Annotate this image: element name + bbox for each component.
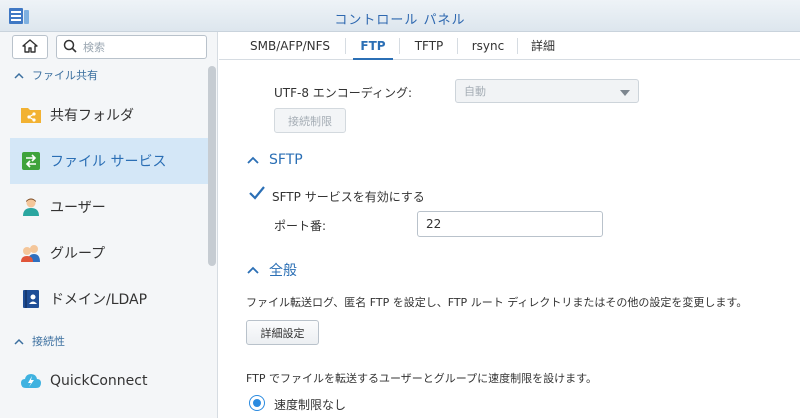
radio-selected-dot <box>253 399 261 407</box>
sidebar-item-quickconnect[interactable]: QuickConnect <box>10 358 208 404</box>
sidebar-item-label: ファイル サービス <box>50 154 167 170</box>
connection-limit-button[interactable]: 接続制限 <box>274 108 346 133</box>
sidebar-item-file-services[interactable]: ファイル サービス <box>10 138 208 184</box>
tab-rsync[interactable]: rsync <box>465 32 511 60</box>
encoding-label: UTF-8 エンコーディング: <box>274 86 412 100</box>
sftp-section-header[interactable]: SFTP <box>247 152 303 168</box>
search-icon <box>63 39 77 56</box>
tab-ftp[interactable]: FTP <box>353 32 393 60</box>
tab-advanced[interactable]: 詳細 <box>525 32 561 60</box>
user-icon <box>20 196 42 218</box>
group-connectivity[interactable]: 接続性 <box>0 330 208 352</box>
sidebar-item-user[interactable]: ユーザー <box>10 184 208 230</box>
tab-divider <box>457 38 458 54</box>
section-title: 全般 <box>269 263 297 279</box>
no-speed-limit-label: 速度制限なし <box>274 398 347 412</box>
sidebar-item-label: 共有フォルダ <box>50 108 134 124</box>
group-icon <box>20 242 42 264</box>
tab-divider <box>399 38 400 54</box>
sidebar-item-label: ユーザー <box>50 200 106 216</box>
ftp-settings-panel: UTF-8 エンコーディング: 自動 接続制限 SFTP SFTP サービスを有… <box>219 61 800 418</box>
home-icon <box>22 38 38 56</box>
file-services-icon <box>20 150 42 172</box>
group-label: 接続性 <box>32 335 65 348</box>
search-placeholder: 検索 <box>83 41 105 54</box>
port-input[interactable]: 22 <box>417 211 603 237</box>
sidebar-item-shared-folder[interactable]: 共有フォルダ <box>10 92 208 138</box>
sftp-enable-checkbox[interactable] <box>249 185 265 203</box>
encoding-value: 自動 <box>464 85 486 98</box>
no-speed-limit-radio[interactable] <box>249 395 265 411</box>
checkmark-icon <box>249 185 265 203</box>
tab-tftp[interactable]: TFTP <box>407 32 451 60</box>
dropdown-arrow-icon <box>620 90 630 96</box>
sidebar-scrollbar[interactable] <box>208 66 216 266</box>
sidebar-item-label: QuickConnect <box>50 373 148 389</box>
shared-folder-icon <box>20 104 42 126</box>
sidebar-item-label: グループ <box>50 246 106 262</box>
sftp-enable-label: SFTP サービスを有効にする <box>272 190 425 204</box>
encoding-select[interactable]: 自動 <box>455 79 639 103</box>
general-section-header[interactable]: 全般 <box>247 260 297 280</box>
tab-smb-afp-nfs[interactable]: SMB/AFP/NFS <box>245 32 335 60</box>
title-bar: コントロール パネル <box>0 0 800 32</box>
tab-divider <box>517 38 518 54</box>
group-label: ファイル共有 <box>32 69 98 82</box>
general-description: ファイル転送ログ、匿名 FTP を設定し、FTP ルート ディレクトリまたはその… <box>246 296 748 309</box>
port-label: ポート番: <box>274 219 327 233</box>
window-title: コントロール パネル <box>334 13 466 28</box>
tab-bar: SMB/AFP/NFS FTP TFTP rsync 詳細 <box>219 32 800 60</box>
chevron-up-icon <box>247 266 259 274</box>
home-button[interactable] <box>12 35 48 59</box>
search-input[interactable]: 検索 <box>56 35 207 59</box>
group-file-sharing[interactable]: ファイル共有 <box>0 64 208 86</box>
chevron-up-icon <box>14 72 24 79</box>
sidebar-item-domain-ldap[interactable]: ドメイン/LDAP <box>10 276 208 322</box>
domain-ldap-icon <box>20 288 42 310</box>
sidebar: 検索 ファイル共有 共有フォルダ ファイル サービス ユーザー グループ ドメイ… <box>0 32 218 418</box>
sidebar-item-group[interactable]: グループ <box>10 230 208 276</box>
speed-limit-description: FTP でファイルを転送するユーザーとグループに速度制限を設けます。 <box>246 372 598 385</box>
quickconnect-icon <box>20 370 42 392</box>
advanced-settings-button[interactable]: 詳細設定 <box>246 320 319 345</box>
section-title: SFTP <box>269 152 303 168</box>
chevron-up-icon <box>14 338 24 345</box>
sidebar-item-label: ドメイン/LDAP <box>50 292 148 308</box>
chevron-up-icon <box>247 156 259 164</box>
tab-divider <box>345 38 346 54</box>
